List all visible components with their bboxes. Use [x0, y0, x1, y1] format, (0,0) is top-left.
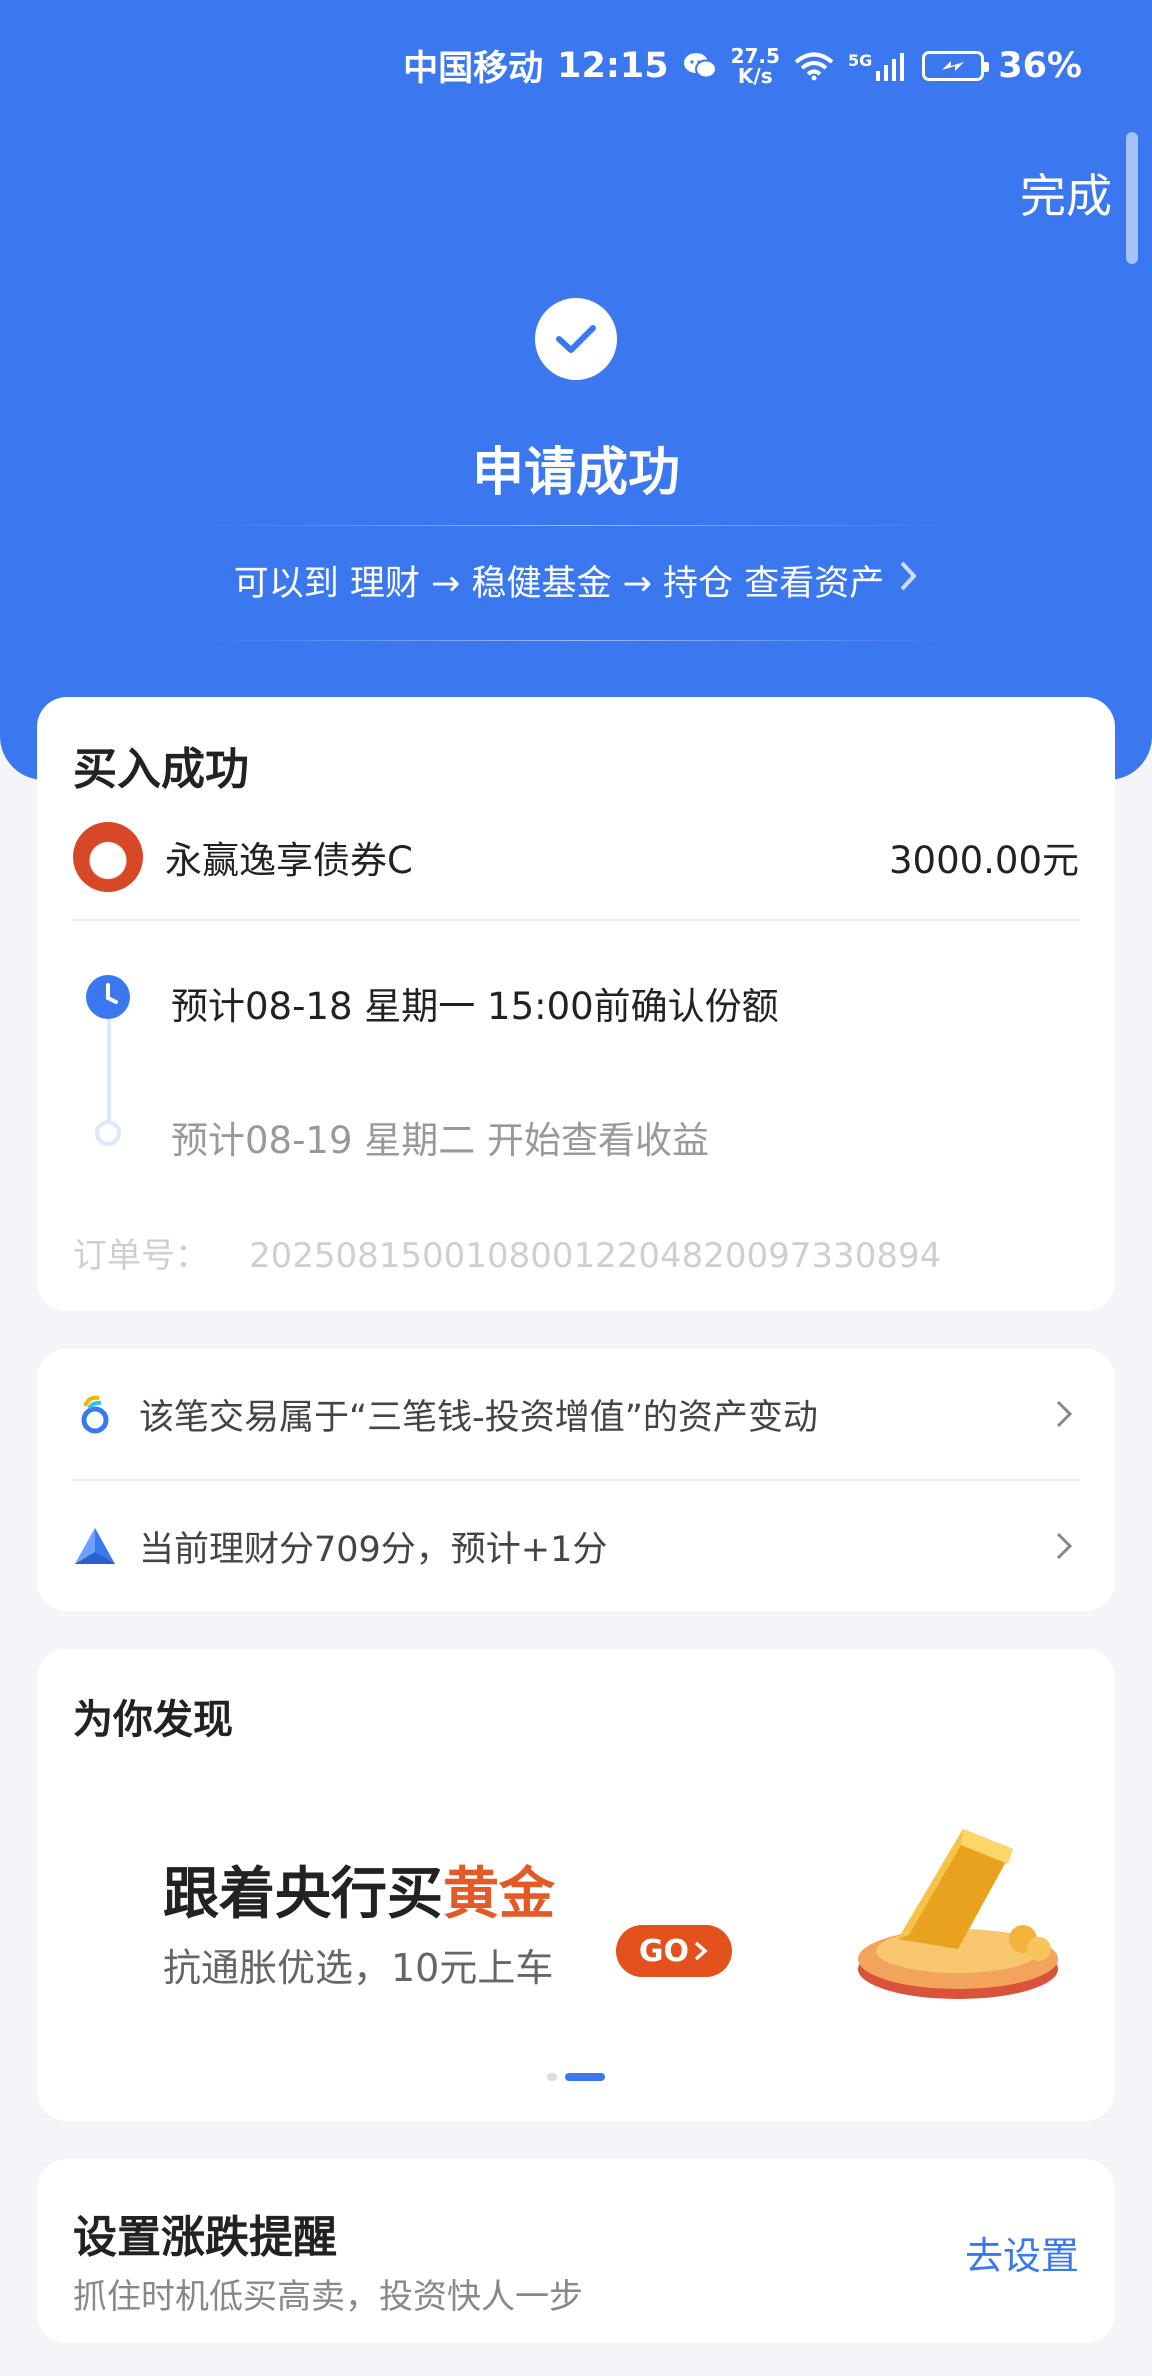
divider [200, 640, 952, 641]
chevron-right-icon [1049, 1531, 1079, 1561]
success-check-icon [535, 298, 617, 380]
carousel-dot-active[interactable] [565, 2073, 605, 2081]
banner-highlight: 黄金 [443, 1862, 555, 1927]
divider [73, 919, 1079, 921]
price-alert-subtitle: 抓住时机低买高卖，投资快人一步 [73, 2277, 583, 2317]
header-background [0, 0, 1152, 780]
battery-percent: 36% [998, 45, 1082, 86]
view-assets-link[interactable]: 可以到 理财 → 稳健基金 → 持仓 查看资产 [0, 555, 1152, 606]
asset-change-link[interactable]: 该笔交易属于“三笔钱-投资增值”的资产变动 [73, 1349, 1079, 1479]
info-links-card: 该笔交易属于“三笔钱-投资增值”的资产变动 当前理财分709分，预计+1分 [37, 1349, 1115, 1611]
order-number-row: 订单号： 20250815001080012204820097330894 [73, 1228, 941, 1277]
view-assets-hint: 可以到 理财 → 稳健基金 → 持仓 查看资产 [233, 564, 885, 604]
battery-charging-icon [922, 50, 990, 81]
finance-score-link[interactable]: 当前理财分709分，预计+1分 [73, 1481, 1079, 1611]
net-speed: 27.5 K/s [730, 43, 780, 88]
fund-name: 永赢逸享债券C [165, 839, 413, 882]
order-label: 订单号： [73, 1236, 209, 1276]
timeline-step-earnings: 预计08-19 星期二 开始查看收益 [171, 1119, 710, 1162]
go-button[interactable]: GO [616, 1925, 732, 1977]
finance-score-text: 当前理财分709分，预计+1分 [139, 1529, 608, 1570]
carousel-dot[interactable] [547, 2073, 557, 2081]
banner-subtitle: 抗通胀优选，10元上车 [163, 1946, 554, 1990]
price-alert-title: 设置涨跌提醒 [73, 2212, 337, 2263]
go-settings-link[interactable]: 去设置 [965, 2225, 1079, 2280]
chevron-right-icon [1049, 1399, 1079, 1429]
purchase-title: 买入成功 [73, 744, 249, 795]
gold-promo-banner[interactable]: 跟着央行买黄金 抗通胀优选，10元上车 GO [73, 1769, 1079, 2049]
timeline-step-confirm: 预计08-18 星期一 15:00前确认份额 [171, 985, 779, 1028]
asset-change-text: 该笔交易属于“三笔钱-投资增值”的资产变动 [139, 1397, 818, 1438]
fund-row: 永赢逸享债券C 3000.00元 [73, 817, 1079, 897]
price-alert-card: 设置涨跌提醒 抓住时机低买高卖，投资快人一步 去设置 [37, 2159, 1115, 2343]
divider [200, 525, 952, 526]
timeline-dot [95, 1120, 121, 1146]
carousel-indicator [37, 2073, 1115, 2081]
timeline-line [107, 1010, 111, 1125]
status-bar: 中国移动 12:15 27.5 K/s 5G 36% [403, 40, 1082, 91]
discover-card: 为你发现 跟着央行买黄金 抗通胀优选，10元上车 GO [37, 1649, 1115, 2121]
wechat-icon [683, 51, 717, 81]
fund-logo-icon [73, 822, 143, 892]
banner-headline: 跟着央行买黄金 [163, 1862, 555, 1927]
carrier-label: 中国移动 [403, 49, 544, 89]
page-title: 申请成功 [471, 443, 680, 503]
signal-icon: 5G [848, 51, 908, 81]
discover-title: 为你发现 [73, 1697, 233, 1743]
order-number: 20250815001080012204820097330894 [249, 1236, 942, 1276]
chevron-right-icon [898, 559, 918, 602]
done-button[interactable]: 完成 [1020, 160, 1112, 226]
clock-label: 12:15 [557, 45, 669, 86]
clock-icon [86, 975, 130, 1019]
fund-amount: 3000.00元 [888, 839, 1079, 882]
wifi-icon [794, 51, 834, 81]
finance-score-icon [73, 1524, 117, 1568]
gold-bar-icon [843, 1809, 1073, 2009]
three-money-icon [73, 1392, 117, 1436]
scrollbar[interactable] [1126, 132, 1138, 264]
